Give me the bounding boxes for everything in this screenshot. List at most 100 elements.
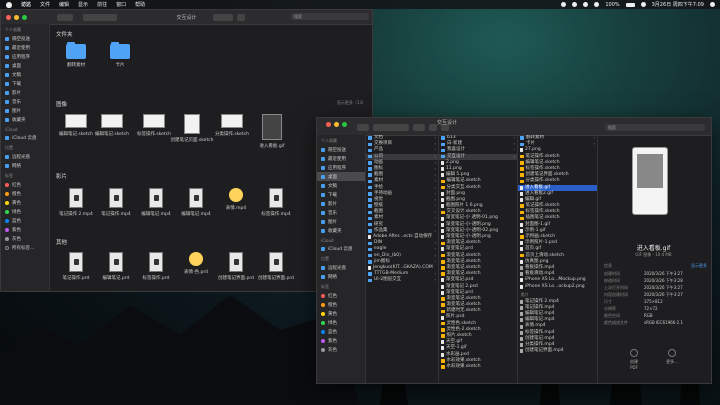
search-input[interactable]: 搜索 <box>605 124 705 131</box>
menu-file[interactable]: 文件 <box>40 1 50 8</box>
close-button[interactable] <box>326 122 331 127</box>
minimize-button[interactable] <box>334 122 339 127</box>
sidebar-item-recents[interactable]: 最近使用 <box>1 43 49 52</box>
menu-go[interactable]: 前往 <box>97 1 107 8</box>
menu-window[interactable]: 窗口 <box>116 1 126 8</box>
other-item[interactable]: 笔记操作.prd <box>54 252 98 281</box>
list-item[interactable]: iPhone XS Lo...ockup2.png <box>518 284 597 290</box>
sidebar-item-icloud-drive[interactable]: iCloud 云盘 <box>317 244 365 253</box>
wifi-icon[interactable] <box>594 2 600 7</box>
search-input[interactable]: 搜索 <box>291 13 369 20</box>
sidebar-item-remote-disc[interactable]: 远程光盘 <box>1 152 49 161</box>
list-item[interactable]: UI-2图层交互 › <box>366 277 438 283</box>
battery-percent[interactable]: 100% <box>605 2 619 8</box>
movie-item[interactable]: 笔记操作 2.mp4 <box>54 188 98 217</box>
sidebar-item-recents[interactable]: 最近使用 <box>317 154 365 163</box>
menu-view[interactable]: 显示 <box>78 1 88 8</box>
image-item[interactable]: 编辑笔记.sketch <box>90 114 134 137</box>
image-item[interactable]: 进入看板.gif <box>250 114 294 149</box>
titlebar[interactable]: 交互设计 搜索 <box>1 10 372 25</box>
sidebar-item-pictures[interactable]: 图片 <box>317 217 365 226</box>
status-icon[interactable] <box>572 2 578 7</box>
sidebar-tag-red[interactable]: 红色 <box>1 180 49 189</box>
view-mode-control[interactable] <box>373 124 409 131</box>
sidebar-item-icloud-drive[interactable]: iCloud 云盘 <box>1 133 49 142</box>
other-item[interactable]: 标签操作.prd <box>134 252 178 281</box>
image-item[interactable]: 分类操作.sketch <box>210 114 254 137</box>
control-center-icon[interactable] <box>710 2 715 7</box>
sidebar-item-applications[interactable]: 应用程序 <box>1 52 49 61</box>
sidebar-item-collection[interactable]: 收藏夹 <box>1 115 49 124</box>
more-button[interactable]: 更多... <box>664 349 680 365</box>
create-pdf-button[interactable]: 创建 PDF <box>626 349 642 370</box>
folder-item[interactable]: 卡片 <box>98 42 142 68</box>
sidebar-tag-blue[interactable]: 蓝色 <box>317 327 365 336</box>
column-browser-col-3[interactable]: 翻转素材 › 卡片 › 27.png 笔记操作.sketch 编辑笔记.sketch 标签操作… <box>518 135 598 383</box>
file-icon <box>520 167 524 171</box>
sidebar-item-network[interactable]: 网络 <box>1 161 49 170</box>
menu-app[interactable]: 访达 <box>21 1 31 8</box>
sidebar-item-movies[interactable]: 影片 <box>317 199 365 208</box>
movie-item[interactable]: 编辑笔记.mp4 <box>174 188 218 217</box>
list-item[interactable]: 水彩效果.sketch <box>439 364 517 370</box>
sidebar-tag-yellow[interactable]: 黄色 <box>1 198 49 207</box>
sidebar-tag-orange[interactable]: 橙色 <box>1 189 49 198</box>
other-item[interactable]: 编辑笔记.prd <box>94 252 138 281</box>
image-item[interactable]: 创建笔记页面.sketch <box>170 114 214 143</box>
sidebar-tag-yellow[interactable]: 黄色 <box>317 309 365 318</box>
sidebar-tag-green[interactable]: 绿色 <box>1 207 49 216</box>
sidebar-item-downloads[interactable]: 下载 <box>317 190 365 199</box>
list-item[interactable]: 创建笔记界面.mp4 <box>518 348 597 354</box>
sidebar-item-remote-disc[interactable]: 远程光盘 <box>317 263 365 272</box>
show-more-link[interactable]: 显示更多（13） <box>337 100 366 106</box>
movie-item[interactable]: 编辑笔记.mp4 <box>134 188 178 217</box>
column-browser-col-2[interactable]: b13 › 白-新建 › 我喜设计 › 交互设计 › 2.png 11.png 编辑 5.png 编辑… <box>439 135 518 383</box>
sidebar-tag-gray[interactable]: 灰色 <box>1 234 49 243</box>
column-browser-col-1[interactable]: 文档 › 交换项目 › 产品 › 公司 › 动画 › 图标 › 截图 › 素材 › 手绘 › 手持动画 › 视觉 › 壁纸 ›… <box>366 135 439 383</box>
sidebar-item-desktop[interactable]: 桌面 <box>1 61 49 70</box>
sidebar-tag-blue[interactable]: 蓝色 <box>1 216 49 225</box>
status-icon[interactable] <box>583 2 589 7</box>
folder-item[interactable]: 翻转素材 <box>54 42 98 68</box>
show-more-link[interactable]: 显示更多 <box>691 263 707 269</box>
apple-icon[interactable] <box>6 1 12 8</box>
sidebar-item-downloads[interactable]: 下载 <box>1 79 49 88</box>
sidebar-item-airdrop[interactable]: 隔空投送 <box>1 34 49 43</box>
search-icon[interactable] <box>640 2 646 7</box>
clock[interactable]: 3月26日 周四下午7:09 <box>652 1 704 8</box>
sidebar-item-movies[interactable]: 影片 <box>1 88 49 97</box>
sidebar-tag-gray[interactable]: 灰色 <box>317 345 365 354</box>
sidebar-tag-red[interactable]: 红色 <box>317 291 365 300</box>
other-item[interactable]: 创建笔记界面.prd <box>254 252 298 281</box>
battery-icon[interactable] <box>625 2 635 7</box>
other-item[interactable]: 表情-色.prd <box>174 252 218 275</box>
zoom-button[interactable] <box>342 122 347 127</box>
sidebar-item-music[interactable]: 音乐 <box>1 97 49 106</box>
movie-item[interactable]: 表情.mp4 <box>214 188 258 211</box>
movie-item[interactable]: 笔记操作.mp4 <box>94 188 138 217</box>
sidebar-tag-green[interactable]: 绿色 <box>317 318 365 327</box>
sidebar-tag-purple[interactable]: 紫色 <box>1 225 49 234</box>
sidebar-tag-purple[interactable]: 紫色 <box>317 336 365 345</box>
finder-window-front[interactable]: 交互设计 搜索 个人收藏 隔空投送 最近使用 应用程序 桌面 文稿 下载 影片 … <box>316 117 712 384</box>
sidebar-item-documents[interactable]: 文稿 <box>317 181 365 190</box>
back-forward-button[interactable] <box>357 124 369 131</box>
titlebar[interactable]: 交互设计 搜索 <box>317 118 711 136</box>
other-item[interactable]: 创建笔记界面.prd <box>214 252 258 281</box>
status-icon[interactable] <box>561 2 567 7</box>
sidebar-tag-all[interactable]: 所有标签... <box>1 243 49 252</box>
sidebar-item-collection[interactable]: 收藏夹 <box>317 226 365 235</box>
sidebar-item-documents[interactable]: 文稿 <box>1 70 49 79</box>
sidebar-item-desktop[interactable]: 桌面 <box>317 172 365 181</box>
sidebar-item-music[interactable]: 音乐 <box>317 208 365 217</box>
sidebar-tag-orange[interactable]: 橙色 <box>317 300 365 309</box>
sidebar-item-airdrop[interactable]: 隔空投送 <box>317 145 365 154</box>
sidebar-item-pictures[interactable]: 图片 <box>1 106 49 115</box>
group-button[interactable] <box>413 124 425 131</box>
sidebar-item-applications[interactable]: 应用程序 <box>317 163 365 172</box>
menu-help[interactable]: 帮助 <box>135 1 145 8</box>
sidebar-item-network[interactable]: 网络 <box>317 272 365 281</box>
share-button[interactable] <box>429 124 437 131</box>
movie-item[interactable]: 标签操作.mp4 <box>254 188 298 217</box>
menu-edit[interactable]: 编辑 <box>59 1 69 8</box>
